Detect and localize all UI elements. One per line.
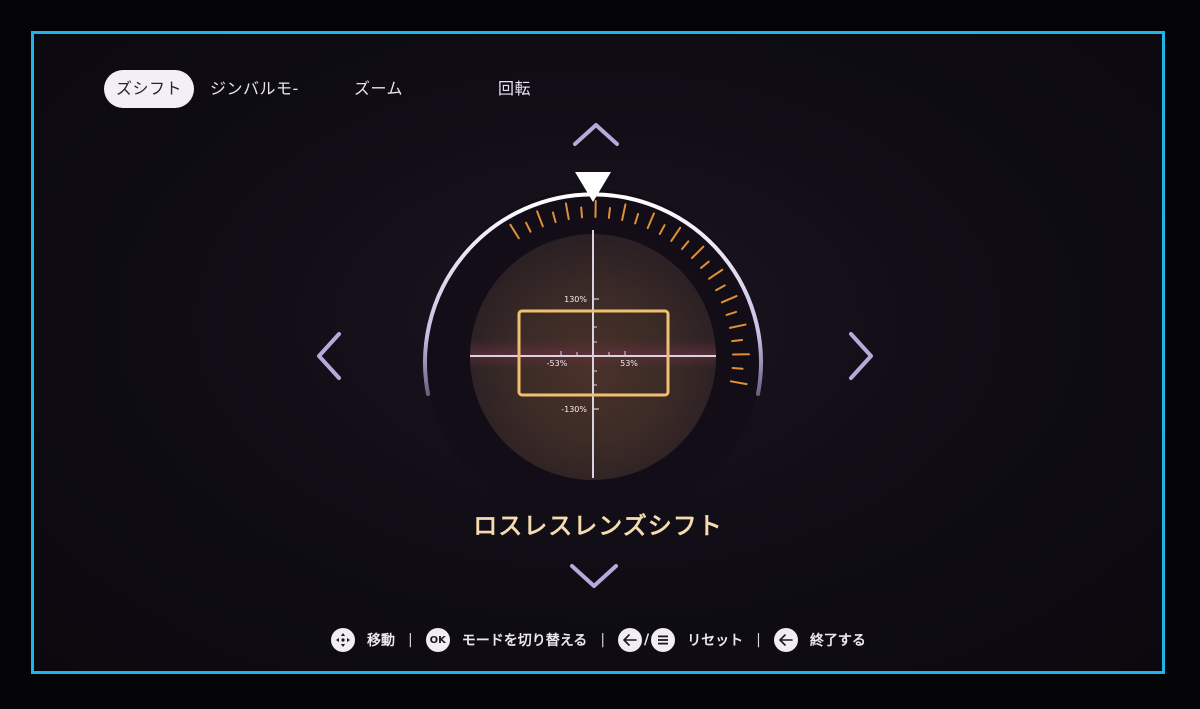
left-shift-label: -53% xyxy=(547,359,568,368)
lens-shift-dial: 130% -130% -53% 53% xyxy=(423,172,763,525)
hint-separator: | xyxy=(408,632,413,648)
back-arrow-icon xyxy=(618,628,643,652)
back-arrow-icon xyxy=(773,628,798,652)
reset-hint-label: リセット xyxy=(687,633,744,649)
mode-title: ロスレスレンズシフト xyxy=(473,512,723,540)
hint-separator: | xyxy=(756,632,761,648)
rotation-tick xyxy=(607,206,611,219)
move-hint-label: 移動 xyxy=(367,633,395,649)
dpad-icon xyxy=(331,628,355,652)
rotation-tick xyxy=(580,206,584,219)
rotation-tick xyxy=(731,339,744,343)
ok-button-icon: OK xyxy=(425,628,450,652)
switch-mode-hint-label: モードを切り替える xyxy=(461,633,588,649)
menu-icon xyxy=(651,628,676,652)
hint-slash: / xyxy=(644,632,650,648)
rotation-tick xyxy=(731,366,744,370)
top-shift-label: 130% xyxy=(564,295,587,304)
projector-screen: ズシフト ジンバルモ- ズーム 回転 130% -130% -53% 53% ロ… xyxy=(31,31,1165,674)
exit-hint-label: 終了する xyxy=(809,633,866,649)
control-hints: 移動 | OK モードを切り替える | / リセット | 終了する xyxy=(331,628,866,652)
bottom-shift-label: -130% xyxy=(561,405,587,414)
hint-separator: | xyxy=(600,632,606,648)
right-shift-label: 53% xyxy=(620,359,638,368)
